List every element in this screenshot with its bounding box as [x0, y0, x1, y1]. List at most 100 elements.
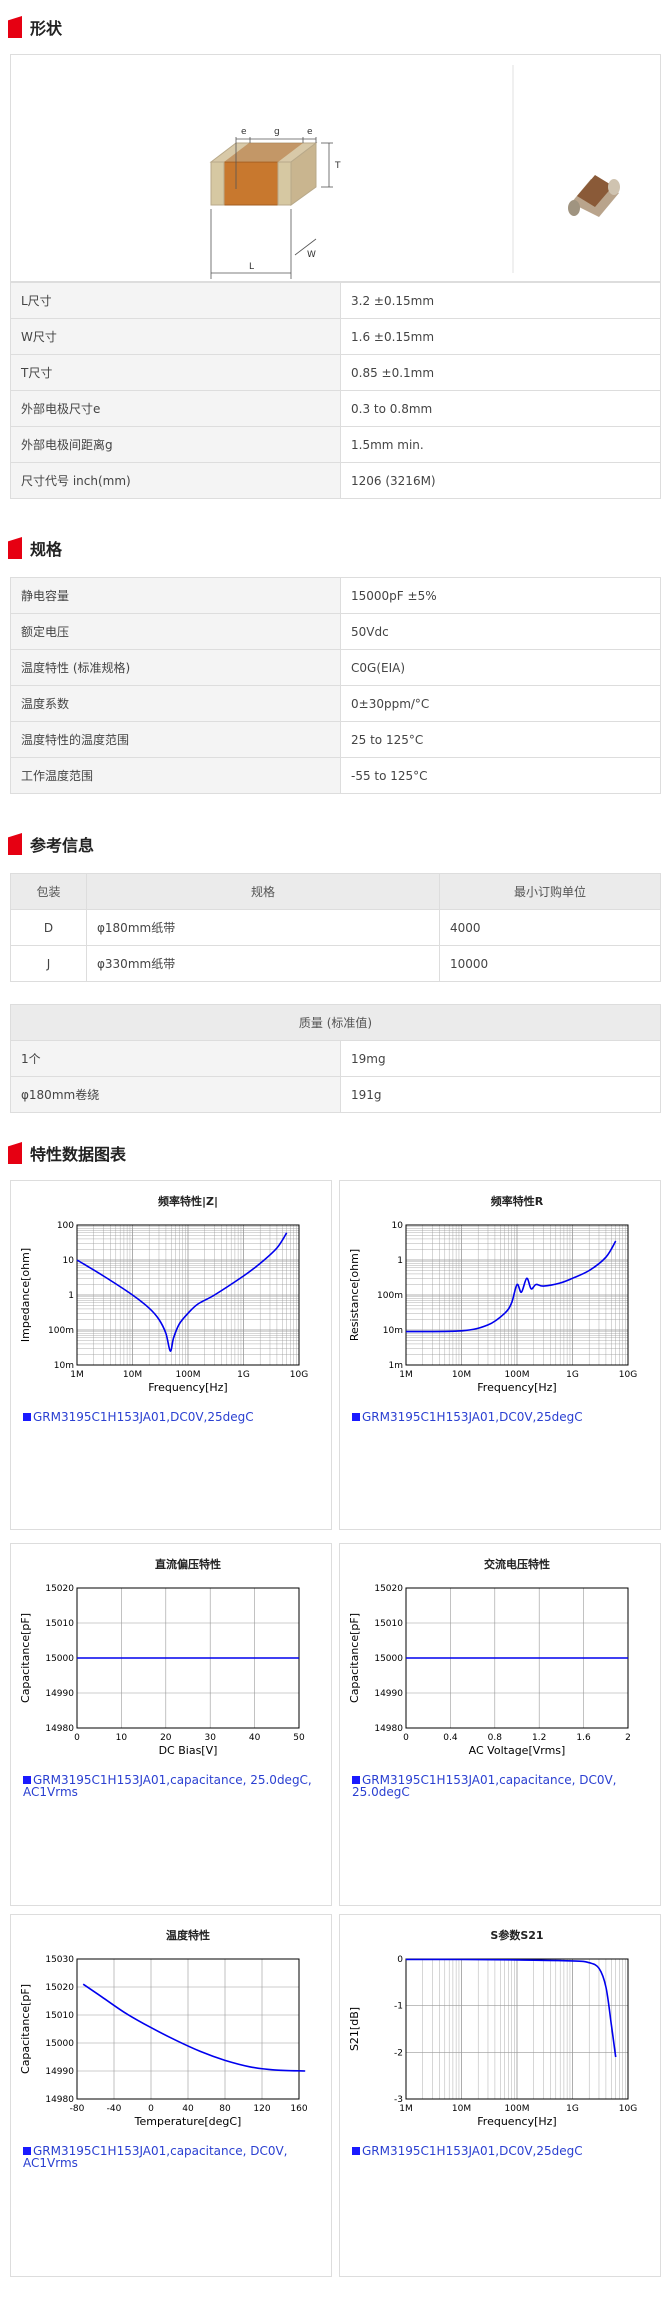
legend-swatch-icon — [23, 2147, 31, 2155]
legend-swatch-icon — [352, 1413, 360, 1421]
table-row: 外部电极尺寸e 0.3 to 0.8mm — [10, 390, 661, 427]
x-tick-label: 1M — [70, 1370, 84, 1380]
x-tick-label: 10M — [452, 1370, 471, 1380]
legend-swatch-icon — [23, 1776, 31, 1784]
legend-swatch-icon — [23, 1413, 31, 1421]
chart-grid-lines — [405, 1225, 628, 1366]
section-title: 规格 — [30, 540, 63, 559]
chart-svg: 频率特性|Z| 1M 10M 100M 1G 10G 100 10 1 100m 10m Freque… — [19, 1194, 308, 1394]
spec-key: L尺寸 — [10, 282, 341, 319]
x-tick-label: 20 — [160, 1733, 172, 1743]
y-tick-label: 15010 — [374, 1619, 403, 1629]
spec-value: 191g — [340, 1076, 661, 1113]
x-tick-label: 1M — [399, 1370, 413, 1380]
chart-grid-lines — [405, 1958, 628, 2100]
y-tick-label: -1 — [394, 2002, 403, 2012]
table-cell: φ330mm纸带 — [86, 945, 440, 982]
y-tick-label: 14980 — [374, 1724, 403, 1734]
spec-table: 静电容量 15000pF ±5% 额定电压 50Vdc 温度特性 (标准规格) C0G… — [10, 577, 661, 794]
x-tick-label: 2 — [625, 1733, 631, 1743]
spec-value: 0.85 ±0.1mm — [340, 354, 661, 391]
x-tick-label: 40 — [249, 1733, 261, 1743]
y-axis-label: Impedance[ohm] — [19, 1248, 32, 1342]
x-tick-label: 1.6 — [576, 1733, 591, 1743]
x-tick-label: 100M — [176, 1370, 201, 1380]
chart-svg: S参数S21 1M 10M 100M 1G 10G 0 -1 -2 -3 Frequency[Hz]… — [348, 1928, 637, 2128]
spec-key: φ180mm卷绕 — [10, 1076, 341, 1113]
y-tick-label: 100m — [377, 1291, 403, 1301]
table-row: 额定电压 50Vdc — [10, 613, 661, 650]
x-axis-label: Temperature[degC] — [134, 2115, 242, 2128]
legend-label: GRM3195C1H153JA01,capacitance, DC0V, AC1… — [23, 2144, 288, 2170]
y-tick-label: 14980 — [45, 2095, 74, 2105]
x-tick-label: 10G — [619, 1370, 637, 1380]
series-line — [405, 1958, 617, 2058]
x-tick-label: -40 — [107, 2104, 122, 2114]
chart-svg: 温度特性 -80 -40 0 40 80 120 160 15030 15020 15010 1500… — [19, 1928, 308, 2128]
legend-swatch-icon — [352, 1776, 360, 1784]
y-tick-label: 15020 — [45, 1584, 74, 1594]
spec-key: 静电容量 — [10, 577, 341, 614]
spec-key: W尺寸 — [10, 318, 341, 355]
section-title: 参考信息 — [30, 836, 95, 855]
series-line — [82, 1983, 306, 2072]
y-tick-label: 14990 — [374, 1689, 403, 1699]
chart-legend: GRM3195C1H153JA01,DC0V,25degC — [352, 2145, 642, 2157]
section-title: 特性数据图表 — [30, 1145, 127, 1164]
y-tick-label: 10 — [63, 1256, 75, 1266]
shape-table: L尺寸 3.2 ±0.15mm W尺寸 1.6 ±0.15mm T尺寸 0.85 ±0… — [10, 282, 661, 499]
dim-e-label: e — [241, 127, 247, 137]
spec-value: 1206 (3216M) — [340, 462, 661, 499]
chart-panel: 交流电压特性 0 0.4 0.8 1.2 1.6 2 15020 15010 15000 14990… — [339, 1543, 661, 1906]
x-tick-label: 10M — [452, 2104, 471, 2114]
table-header-row: 质量 (标准值) — [10, 1004, 661, 1041]
chart-panel: 直流偏压特性 0 10 20 30 40 50 15020 15010 15000 14990 149… — [10, 1543, 332, 1906]
column-header: 最小订购单位 — [439, 873, 661, 910]
chart-panel: 频率特性|Z| 1M 10M 100M 1G 10G 100 10 1 100m 10m Freque… — [10, 1180, 332, 1530]
y-tick-label: 0 — [397, 1955, 403, 1965]
x-tick-label: 10G — [619, 2104, 637, 2114]
legend-label: GRM3195C1H153JA01,DC0V,25degC — [362, 1410, 583, 1424]
x-tick-label: 1M — [399, 2104, 413, 2114]
chart-legend: GRM3195C1H153JA01,capacitance, 25.0degC,… — [23, 1774, 313, 1798]
table-row: 温度系数 0±30ppm/°C — [10, 685, 661, 722]
section-spec-header: 规格 — [8, 535, 62, 561]
series-line — [405, 1240, 617, 1333]
y-tick-label: 15010 — [45, 1619, 74, 1629]
section-marker-icon — [8, 537, 22, 559]
spec-value: 1.6 ±0.15mm — [340, 318, 661, 355]
y-tick-label: 15030 — [45, 1955, 74, 1965]
chart-legend: GRM3195C1H153JA01,capacitance, DC0V, 25.… — [352, 1774, 642, 1798]
packaging-table: 包装 规格 最小订购单位 D φ180mm纸带 4000 J φ330mm纸带 … — [10, 873, 661, 982]
x-tick-label: 1G — [237, 1370, 250, 1380]
y-tick-label: -3 — [394, 2095, 403, 2105]
x-tick-label: 80 — [219, 2104, 231, 2114]
spec-value: 1.5mm min. — [340, 426, 661, 463]
x-axis-label: DC Bias[V] — [159, 1744, 218, 1757]
x-tick-label: 120 — [253, 2104, 270, 2114]
table-cell: J — [10, 945, 87, 982]
spec-key: 温度特性的温度范围 — [10, 721, 341, 758]
chart-title: 交流电压特性 — [484, 1557, 550, 1571]
chart-legend: GRM3195C1H153JA01,DC0V,25degC — [352, 1411, 642, 1423]
x-tick-label: 0 — [148, 2104, 154, 2114]
section-marker-icon — [8, 16, 22, 38]
x-tick-label: 100M — [505, 1370, 530, 1380]
y-axis-label: S21[dB] — [348, 2007, 361, 2051]
table-row: 静电容量 15000pF ±5% — [10, 577, 661, 614]
y-tick-label: 14990 — [45, 2067, 74, 2077]
dim-l-label: L — [249, 262, 254, 272]
section-charts-header: 特性数据图表 — [8, 1140, 126, 1166]
x-tick-label: 160 — [290, 2104, 307, 2114]
x-tick-label: 30 — [204, 1733, 216, 1743]
column-header: 质量 (标准值) — [10, 1004, 661, 1041]
chart-legend: GRM3195C1H153JA01,capacitance, DC0V, AC1… — [23, 2145, 313, 2169]
spec-value: 25 to 125°C — [340, 721, 661, 758]
spec-key: 额定电压 — [10, 613, 341, 650]
spec-key: 温度特性 (标准规格) — [10, 649, 341, 686]
legend-label: GRM3195C1H153JA01,capacitance, DC0V, 25.… — [352, 1773, 617, 1799]
chip-photo — [568, 175, 620, 217]
dim-w-label: W — [307, 250, 316, 260]
dimension-diagram: e g e T L W — [209, 65, 620, 279]
table-header-row: 包装 规格 最小订购单位 — [10, 873, 661, 910]
